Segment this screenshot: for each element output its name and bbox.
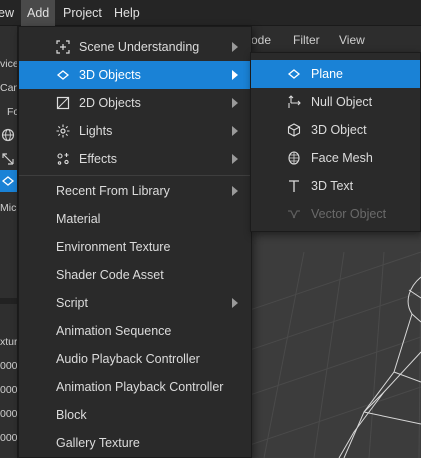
menu-item-label: Material: [56, 212, 101, 226]
scene-item-microphone[interactable]: Micr: [0, 202, 17, 214]
menu-item-label: Script: [56, 296, 88, 310]
scene-item-device[interactable]: vice: [0, 58, 17, 70]
plane-icon: [287, 69, 301, 79]
scene-item-focal[interactable]: Fo: [7, 106, 17, 118]
menu-item-label: Environment Texture: [56, 240, 171, 254]
menu-item-label: 2D Objects: [79, 96, 141, 110]
chevron-right-icon: [232, 98, 238, 108]
globe-icon: [1, 128, 15, 142]
submenu-item-vector-object: Vector Object: [251, 200, 420, 228]
menu-item-audio-playback-controller[interactable]: Audio Playback Controller: [19, 345, 251, 373]
menu-help[interactable]: Help: [108, 0, 146, 26]
2d-objects-icon: [56, 96, 70, 110]
chevron-right-icon: [232, 70, 238, 80]
submenu-item-label: Face Mesh: [311, 151, 373, 165]
scene-understanding-icon: [56, 40, 70, 54]
menu-item-label: Shader Code Asset: [56, 268, 164, 282]
menu-item-material[interactable]: Material: [19, 205, 251, 233]
scene-panel: vice Cam Fo Micr xture 0000 0000 0000 00…: [0, 26, 18, 458]
add-menu: Scene Understanding 3D Objects 2D Object…: [18, 26, 252, 458]
plane-icon: [1, 176, 15, 186]
effects-icon: [57, 153, 69, 165]
menu-item-lights[interactable]: Lights: [19, 117, 251, 145]
submenu-item-label: 3D Text: [311, 179, 354, 193]
viewport-tab-view[interactable]: View: [339, 26, 365, 52]
menubar: ew Add Project Help: [0, 0, 421, 26]
menu-item-script[interactable]: Script: [19, 289, 251, 317]
menu-item-label: Audio Playback Controller: [56, 352, 200, 366]
menu-separator: [19, 175, 251, 176]
menu-item-recent-from-library[interactable]: Recent From Library: [19, 177, 251, 205]
viewport-tab-mode[interactable]: ode: [251, 26, 271, 52]
menu-item-label: Gallery Texture: [56, 436, 140, 450]
menu-item-effects[interactable]: Effects: [19, 145, 251, 173]
menu-item-gallery-texture[interactable]: Gallery Texture: [19, 429, 251, 457]
submenu-item-label: Vector Object: [311, 207, 387, 221]
submenu-item-label: 3D Object: [311, 123, 367, 137]
menu-item-shader-code-asset[interactable]: Shader Code Asset: [19, 261, 251, 289]
menu-project[interactable]: Project: [57, 0, 108, 26]
face-mesh-icon: [288, 151, 300, 165]
vector-object-icon: [288, 210, 300, 219]
text-icon: [289, 180, 299, 192]
menu-item-label: Effects: [79, 152, 117, 166]
chevron-right-icon: [232, 42, 238, 52]
submenu-item-label: Null Object: [311, 95, 373, 109]
viewport-tab-filter[interactable]: Filter: [293, 26, 320, 52]
null-object-icon: [288, 95, 301, 108]
asset-texture-label: xture: [0, 336, 18, 348]
menu-view[interactable]: ew: [0, 0, 20, 26]
menu-item-2d-objects[interactable]: 2D Objects: [19, 89, 251, 117]
menu-item-label: Lights: [79, 124, 113, 138]
submenu-item-label: Plane: [311, 67, 343, 81]
asset-value-2: 0000: [0, 384, 18, 396]
menu-item-label: Block: [56, 408, 87, 422]
chevron-right-icon: [232, 298, 238, 308]
chevron-right-icon: [232, 154, 238, 164]
menu-item-label: 3D Objects: [79, 68, 141, 82]
submenu-item-face-mesh[interactable]: Face Mesh: [251, 144, 420, 172]
submenu-item-plane[interactable]: Plane: [251, 60, 420, 88]
menu-item-3d-objects[interactable]: 3D Objects: [19, 61, 251, 89]
submenu-item-null-object[interactable]: Null Object: [251, 88, 420, 116]
menu-item-label: Animation Playback Controller: [56, 380, 224, 394]
asset-value-4: 0000: [0, 432, 18, 444]
chevron-right-icon: [232, 186, 238, 196]
scene-item-camera[interactable]: Cam: [0, 82, 17, 94]
menu-item-label: Animation Sequence: [56, 324, 172, 338]
menu-item-animation-playback-controller[interactable]: Animation Playback Controller: [19, 373, 251, 401]
cube-icon: [287, 123, 301, 137]
submenu-item-3d-object[interactable]: 3D Object: [251, 116, 420, 144]
menu-item-environment-texture[interactable]: Environment Texture: [19, 233, 251, 261]
asset-value-1: 0000: [0, 360, 18, 372]
arrows-icon: [2, 153, 14, 165]
panel-divider: [0, 298, 17, 304]
menu-item-label: Recent From Library: [56, 184, 170, 198]
asset-value-3: 0000: [0, 408, 18, 420]
3d-objects-submenu: Plane Null Object 3D Object Face Mesh 3D…: [250, 52, 421, 232]
menu-item-block[interactable]: Block: [19, 401, 251, 429]
submenu-item-3d-text[interactable]: 3D Text: [251, 172, 420, 200]
menu-item-animation-sequence[interactable]: Animation Sequence: [19, 317, 251, 345]
menu-item-label: Scene Understanding: [79, 40, 200, 54]
viewport-toolbar: ode Filter View: [244, 26, 421, 52]
menu-item-scene-understanding[interactable]: Scene Understanding: [19, 33, 251, 61]
chevron-right-icon: [232, 126, 238, 136]
3d-objects-icon: [56, 70, 70, 80]
menu-add[interactable]: Add: [21, 0, 56, 26]
lights-icon: [56, 124, 70, 138]
